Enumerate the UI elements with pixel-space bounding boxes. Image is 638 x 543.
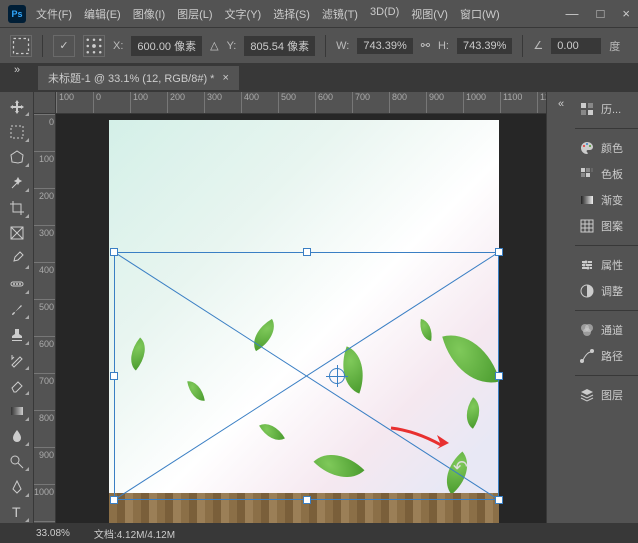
swatches-panel[interactable]: 色板 <box>575 161 638 187</box>
rotate-cursor-icon: ↶ <box>453 457 468 478</box>
tools-panel: T <box>0 92 34 523</box>
layers-panel[interactable]: 图层 <box>575 382 638 408</box>
x-label: X: <box>113 40 123 52</box>
link-icon[interactable]: ⚯ <box>421 39 430 52</box>
degree-label: 度 <box>609 38 620 54</box>
transform-handle-mr[interactable] <box>495 372 503 380</box>
angle-value[interactable]: 0.00 <box>551 38 601 54</box>
x-value[interactable]: 600.00 像素 <box>131 36 202 56</box>
transform-handle-tl[interactable] <box>110 248 118 256</box>
menu-image[interactable]: 图像(I) <box>133 6 165 22</box>
transform-handle-br[interactable] <box>495 496 503 504</box>
status-bar: 33.08% 文档:4.12M/4.12M <box>0 523 638 543</box>
dodge-tool[interactable] <box>4 451 30 472</box>
transform-handle-tr[interactable] <box>495 248 503 256</box>
paths-panel[interactable]: 路径 <box>575 343 638 369</box>
transform-handle-ml[interactable] <box>110 372 118 380</box>
zoom-level[interactable]: 33.08% <box>36 528 70 539</box>
history-panel[interactable]: 历... <box>575 96 638 122</box>
properties-panel[interactable]: 属性 <box>575 252 638 278</box>
close-button[interactable]: × <box>622 6 630 21</box>
ruler-origin[interactable] <box>34 92 56 114</box>
eraser-tool[interactable] <box>4 375 30 396</box>
panel-collapse-icon[interactable]: « <box>558 98 564 110</box>
canvas-area: 1000100200300400500600700800900100011001… <box>34 92 546 523</box>
gradient-tool[interactable] <box>4 400 30 421</box>
window-controls: — □ × <box>566 6 630 21</box>
minimize-button[interactable]: — <box>566 6 579 21</box>
y-value[interactable]: 805.54 像素 <box>244 36 315 56</box>
y-label: Y: <box>227 40 237 52</box>
ruler-horizontal[interactable]: 1000100200300400500600700800900100011001… <box>56 92 546 114</box>
document-size[interactable]: 文档:4.12M/4.12M <box>94 526 175 541</box>
w-value[interactable]: 743.39% <box>357 38 412 54</box>
title-bar: Ps 文件(F) 编辑(E) 图像(I) 图层(L) 文字(Y) 选择(S) 滤… <box>0 0 638 28</box>
menu-type[interactable]: 文字(Y) <box>225 6 262 22</box>
delta-icon[interactable]: △ <box>210 39 218 52</box>
transform-icon[interactable] <box>10 35 32 57</box>
annotation-arrow <box>386 423 456 453</box>
menu-window[interactable]: 窗口(W) <box>460 6 500 22</box>
h-label: H: <box>438 40 449 52</box>
expand-toolbar-icon[interactable]: » <box>14 64 20 76</box>
reference-point-grid[interactable] <box>83 35 105 57</box>
ruler-vertical[interactable]: 010020030040050060070080090010001100 <box>34 114 56 523</box>
transform-handle-bm[interactable] <box>303 496 311 504</box>
adjustments-panel[interactable]: 调整 <box>575 278 638 304</box>
stamp-tool[interactable] <box>4 324 30 345</box>
options-bar: ✓ X: 600.00 像素 △ Y: 805.54 像素 W: 743.39%… <box>0 28 638 64</box>
gradients-panel[interactable]: 渐变 <box>575 187 638 213</box>
document-tab-title: 未标题-1 @ 33.1% (12, RGB/8#) * <box>48 70 214 86</box>
patterns-panel[interactable]: 图案 <box>575 213 638 239</box>
move-tool[interactable] <box>4 96 30 117</box>
right-panel-dock: « 历... 颜色 色板 渐变 图案 属性 调整 通道 路径 图层 <box>546 92 638 523</box>
wand-tool[interactable] <box>4 172 30 193</box>
document-tab-bar: » 未标题-1 @ 33.1% (12, RGB/8#) * × <box>0 64 638 92</box>
healing-tool[interactable] <box>4 274 30 295</box>
type-tool[interactable]: T <box>4 502 30 523</box>
eyedropper-tool[interactable] <box>4 248 30 269</box>
app-logo: Ps <box>8 5 26 23</box>
blur-tool[interactable] <box>4 426 30 447</box>
lasso-tool[interactable] <box>4 147 30 168</box>
menu-layer[interactable]: 图层(L) <box>177 6 212 22</box>
close-tab-icon[interactable]: × <box>222 72 228 84</box>
transform-handle-bl[interactable] <box>110 496 118 504</box>
transform-handle-tm[interactable] <box>303 248 311 256</box>
channels-panel[interactable]: 通道 <box>575 317 638 343</box>
reference-point-toggle[interactable]: ✓ <box>53 35 75 57</box>
color-panel[interactable]: 颜色 <box>575 135 638 161</box>
frame-tool[interactable] <box>4 223 30 244</box>
menu-select[interactable]: 选择(S) <box>273 6 310 22</box>
maximize-button[interactable]: □ <box>597 6 605 21</box>
pen-tool[interactable] <box>4 476 30 497</box>
menu-filter[interactable]: 滤镜(T) <box>322 6 358 22</box>
h-value[interactable]: 743.39% <box>457 38 512 54</box>
menu-file[interactable]: 文件(F) <box>36 6 72 22</box>
angle-label: ∠ <box>533 39 543 52</box>
brush-tool[interactable] <box>4 299 30 320</box>
menu-bar: 文件(F) 编辑(E) 图像(I) 图层(L) 文字(Y) 选择(S) 滤镜(T… <box>36 6 566 22</box>
svg-text:T: T <box>12 504 21 520</box>
transform-bounding-box[interactable] <box>114 252 499 500</box>
marquee-tool[interactable] <box>4 121 30 142</box>
menu-view[interactable]: 视图(V) <box>411 6 448 22</box>
w-label: W: <box>336 40 349 52</box>
menu-3d[interactable]: 3D(D) <box>370 6 399 22</box>
history-brush-tool[interactable] <box>4 350 30 371</box>
document-tab[interactable]: 未标题-1 @ 33.1% (12, RGB/8#) * × <box>38 66 239 90</box>
crop-tool[interactable] <box>4 197 30 218</box>
menu-edit[interactable]: 编辑(E) <box>84 6 121 22</box>
